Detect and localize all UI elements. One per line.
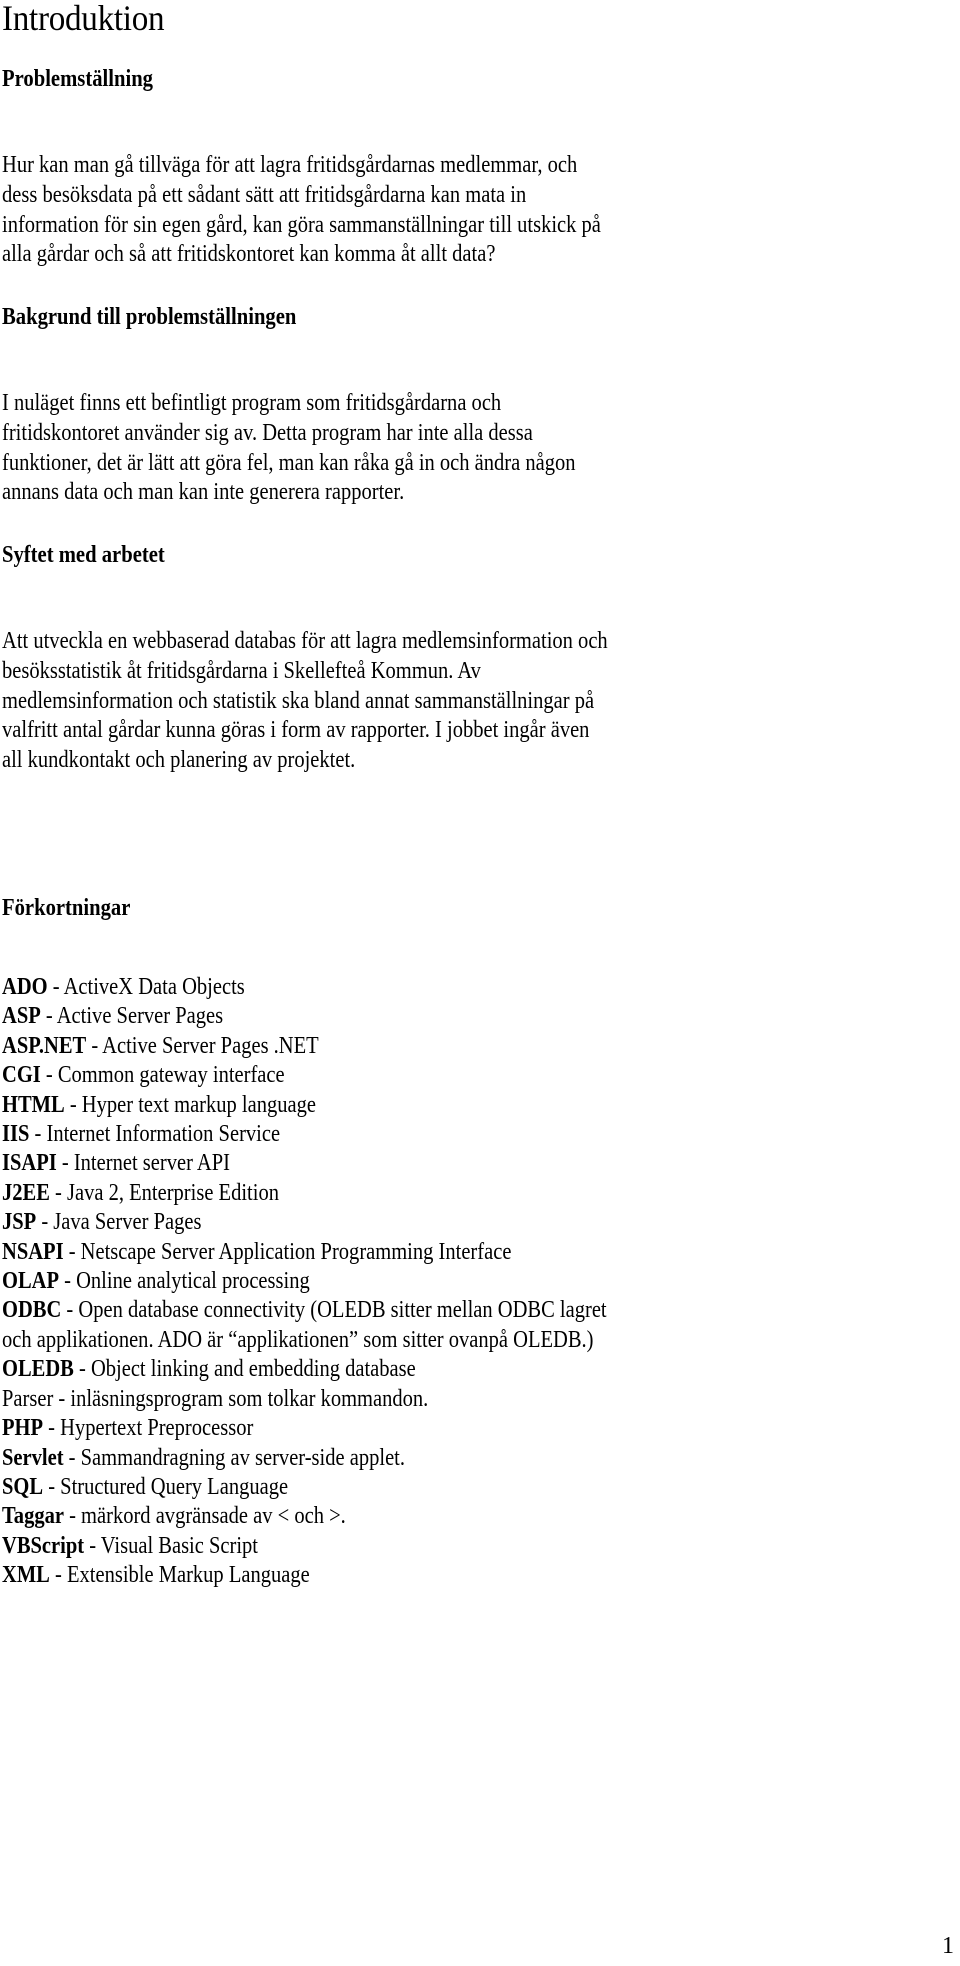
abbreviation-term: ISAPI: [2, 1150, 57, 1177]
abbreviation-term: ADO: [2, 974, 48, 1000]
abbreviation-term: ODBC: [2, 1297, 62, 1324]
heading-abbreviations: Förkortningar: [2, 895, 131, 921]
document-title: Introduktion: [2, 0, 165, 38]
abbreviation-term: ASP.NET: [2, 1032, 87, 1059]
heading-purpose: Syftet med arbetet: [2, 542, 165, 568]
abbreviation-definition: - Hyper text markup language: [64, 1091, 316, 1118]
abbreviation-list: ADO - ActiveX Data Objects ASP - Active S…: [2, 973, 607, 1591]
abbreviation-item: och applikationen. ADO är “applikationen…: [2, 1326, 607, 1355]
abbreviation-definition: - Internet server API: [56, 1150, 230, 1177]
abbreviation-definition: - Java Server Pages: [36, 1209, 202, 1236]
abbreviation-item: OLAP - Online analytical processing: [2, 1267, 607, 1296]
abbreviation-item: Taggar - märkord avgränsade av < och >.: [2, 1502, 607, 1531]
abbreviation-term: HTML: [2, 1091, 65, 1118]
text-line: all kundkontakt och planering av projekt…: [2, 747, 356, 774]
abbreviation-item: NSAPI - Netscape Server Application Prog…: [2, 1238, 607, 1267]
abbreviation-definition: - Extensible Markup Language: [49, 1562, 310, 1589]
abbreviation-definition: - Sammandragning av server-side applet.: [63, 1444, 406, 1471]
abbreviation-term: Parser: [2, 1385, 54, 1412]
abbreviation-definition: - märkord avgränsade av < och >.: [63, 1503, 346, 1530]
abbreviation-term: J2EE: [2, 1179, 50, 1206]
text-line: dess besöksdata på ett sådant sätt att f…: [2, 181, 527, 208]
abbreviation-item: XML - Extensible Markup Language: [2, 1561, 607, 1590]
abbreviation-term: VBScript: [2, 1532, 85, 1559]
abbreviation-definition: - Active Server Pages .NET: [86, 1032, 319, 1059]
abbreviation-item: ADO - ActiveX Data Objects: [2, 973, 607, 1002]
abbreviation-term: NSAPI: [2, 1238, 64, 1265]
document-page: Introduktion Problemställning Hur kan ma…: [0, 0, 960, 1966]
abbreviation-item: ASP.NET - Active Server Pages .NET: [2, 1032, 607, 1061]
abbreviation-term: Taggar: [2, 1503, 64, 1530]
abbreviation-term: PHP: [2, 1415, 44, 1442]
abbreviation-term: Servlet: [2, 1444, 64, 1471]
text-line: funktioner, det är lätt att göra fel, ma…: [2, 449, 576, 476]
text-line: besöksstatistik åt fritidsgårdarna i Ske…: [2, 657, 481, 684]
abbreviation-definition: - Hypertext Preprocessor: [43, 1415, 254, 1442]
abbreviation-item: ODBC - Open database connectivity (OLEDB…: [2, 1296, 607, 1325]
text-line: Hur kan man gå tillväga för att lagra fr…: [2, 152, 578, 178]
text-line: valfritt antal gårdar kunna göras i form…: [2, 717, 590, 744]
abbreviation-definition: - ActiveX Data Objects: [47, 974, 245, 1000]
abbreviation-definition: - Common gateway interface: [40, 1062, 285, 1089]
page-number: 1: [942, 1933, 954, 1959]
abbreviation-item: J2EE - Java 2, Enterprise Edition: [2, 1179, 607, 1208]
heading-problem: Problemställning: [2, 66, 153, 92]
abbreviation-definition: - inläsningsprogram som tolkar kommandon…: [53, 1385, 429, 1412]
text-line: fritidskontoret använder sig av. Detta p…: [2, 419, 533, 446]
abbreviation-term: OLEDB: [2, 1356, 74, 1383]
abbreviation-definition: - Java 2, Enterprise Edition: [49, 1179, 279, 1206]
abbreviation-item: HTML - Hyper text markup language: [2, 1091, 607, 1120]
text-line: annans data och man kan inte generera ra…: [2, 479, 405, 506]
abbreviation-item: VBScript - Visual Basic Script: [2, 1532, 607, 1561]
abbreviation-definition: - Active Server Pages: [40, 1003, 224, 1030]
abbreviation-definition: - Structured Query Language: [43, 1473, 289, 1500]
abbreviation-item: PHP - Hypertext Preprocessor: [2, 1414, 607, 1443]
heading-background: Bakgrund till problemställningen: [2, 304, 297, 330]
text-line: medlemsinformation och statistik ska bla…: [2, 687, 595, 714]
abbreviation-term: SQL: [2, 1473, 44, 1500]
abbreviation-definition: - Netscape Server Application Programmin…: [63, 1238, 512, 1265]
abbreviation-definition: - Object linking and embedding database: [73, 1356, 416, 1383]
abbreviation-definition: och applikationen. ADO är “applikationen…: [2, 1326, 594, 1353]
abbreviation-item: ISAPI - Internet server API: [2, 1149, 607, 1178]
abbreviation-item: Servlet - Sammandragning av server-side …: [2, 1444, 607, 1473]
paragraph-purpose: Att utveckla en webbaserad databas för a…: [2, 627, 608, 776]
abbreviation-term: IIS: [2, 1121, 30, 1148]
abbreviation-item: JSP - Java Server Pages: [2, 1208, 607, 1237]
text-line: alla gårdar och så att fritidskontoret k…: [2, 241, 496, 268]
abbreviation-definition: - Online analytical processing: [59, 1268, 310, 1295]
paragraph-background: I nuläget finns ett befintligt program s…: [2, 389, 576, 508]
abbreviation-item: OLEDB - Object linking and embedding dat…: [2, 1355, 607, 1384]
abbreviation-definition: - Open database connectivity (OLEDB sitt…: [61, 1297, 607, 1324]
paragraph-problem: Hur kan man gå tillväga för att lagra fr…: [2, 151, 601, 270]
abbreviation-item: ASP - Active Server Pages: [2, 1002, 607, 1031]
text-line: I nuläget finns ett befintligt program s…: [2, 390, 502, 416]
text-line: information för sin egen gård, kan göra …: [2, 211, 601, 238]
text-line: Att utveckla en webbaserad databas för a…: [2, 628, 608, 654]
abbreviation-item: CGI - Common gateway interface: [2, 1061, 607, 1090]
abbreviation-definition: - Internet Information Service: [29, 1121, 281, 1148]
abbreviation-item: IIS - Internet Information Service: [2, 1120, 607, 1149]
abbreviation-definition: - Visual Basic Script: [84, 1532, 259, 1559]
abbreviation-term: ASP: [2, 1003, 41, 1030]
abbreviation-item: Parser - inläsningsprogram som tolkar ko…: [2, 1385, 607, 1414]
abbreviation-term: CGI: [2, 1062, 41, 1089]
abbreviation-item: SQL - Structured Query Language: [2, 1473, 607, 1502]
abbreviation-term: JSP: [2, 1209, 37, 1236]
abbreviation-term: XML: [2, 1562, 50, 1589]
abbreviation-term: OLAP: [2, 1268, 60, 1295]
